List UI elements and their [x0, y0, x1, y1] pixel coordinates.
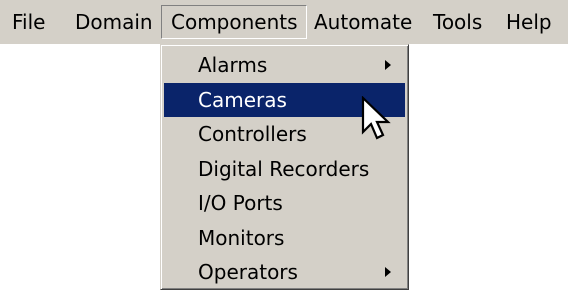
menu-item-label: I/O Ports [198, 191, 283, 215]
menu-item-monitors[interactable]: Monitors [164, 221, 405, 256]
menu-item-label: Monitors [198, 225, 285, 250]
menu-components[interactable]: Components [161, 5, 307, 39]
menu-item-operators[interactable]: Operators [164, 255, 405, 290]
menu-item-label: Operators [198, 260, 298, 284]
menu-item-label: Controllers [198, 122, 307, 146]
menu-help[interactable]: Help [497, 5, 561, 39]
menu-item-label: Cameras [198, 87, 287, 112]
menu-item-digital-recorders[interactable]: Digital Recorders [164, 152, 405, 187]
components-dropdown-menu: Alarms Cameras Controllers Digital Recor… [160, 44, 409, 290]
menu-item-label: Digital Recorders [198, 156, 370, 181]
menu-tools[interactable]: Tools [424, 5, 491, 39]
menu-domain[interactable]: Domain [66, 5, 162, 39]
menu-automate[interactable]: Automate [305, 5, 421, 39]
submenu-arrow-icon [385, 60, 391, 70]
menu-file[interactable]: File [3, 5, 54, 39]
menu-item-label: Alarms [198, 53, 268, 77]
mouse-pointer-icon [361, 96, 391, 140]
menu-item-alarms[interactable]: Alarms [164, 48, 405, 83]
submenu-arrow-icon [385, 267, 391, 277]
menu-bar: File Domain Components Automate Tools He… [0, 0, 568, 44]
menu-item-io-ports[interactable]: I/O Ports [164, 186, 405, 221]
